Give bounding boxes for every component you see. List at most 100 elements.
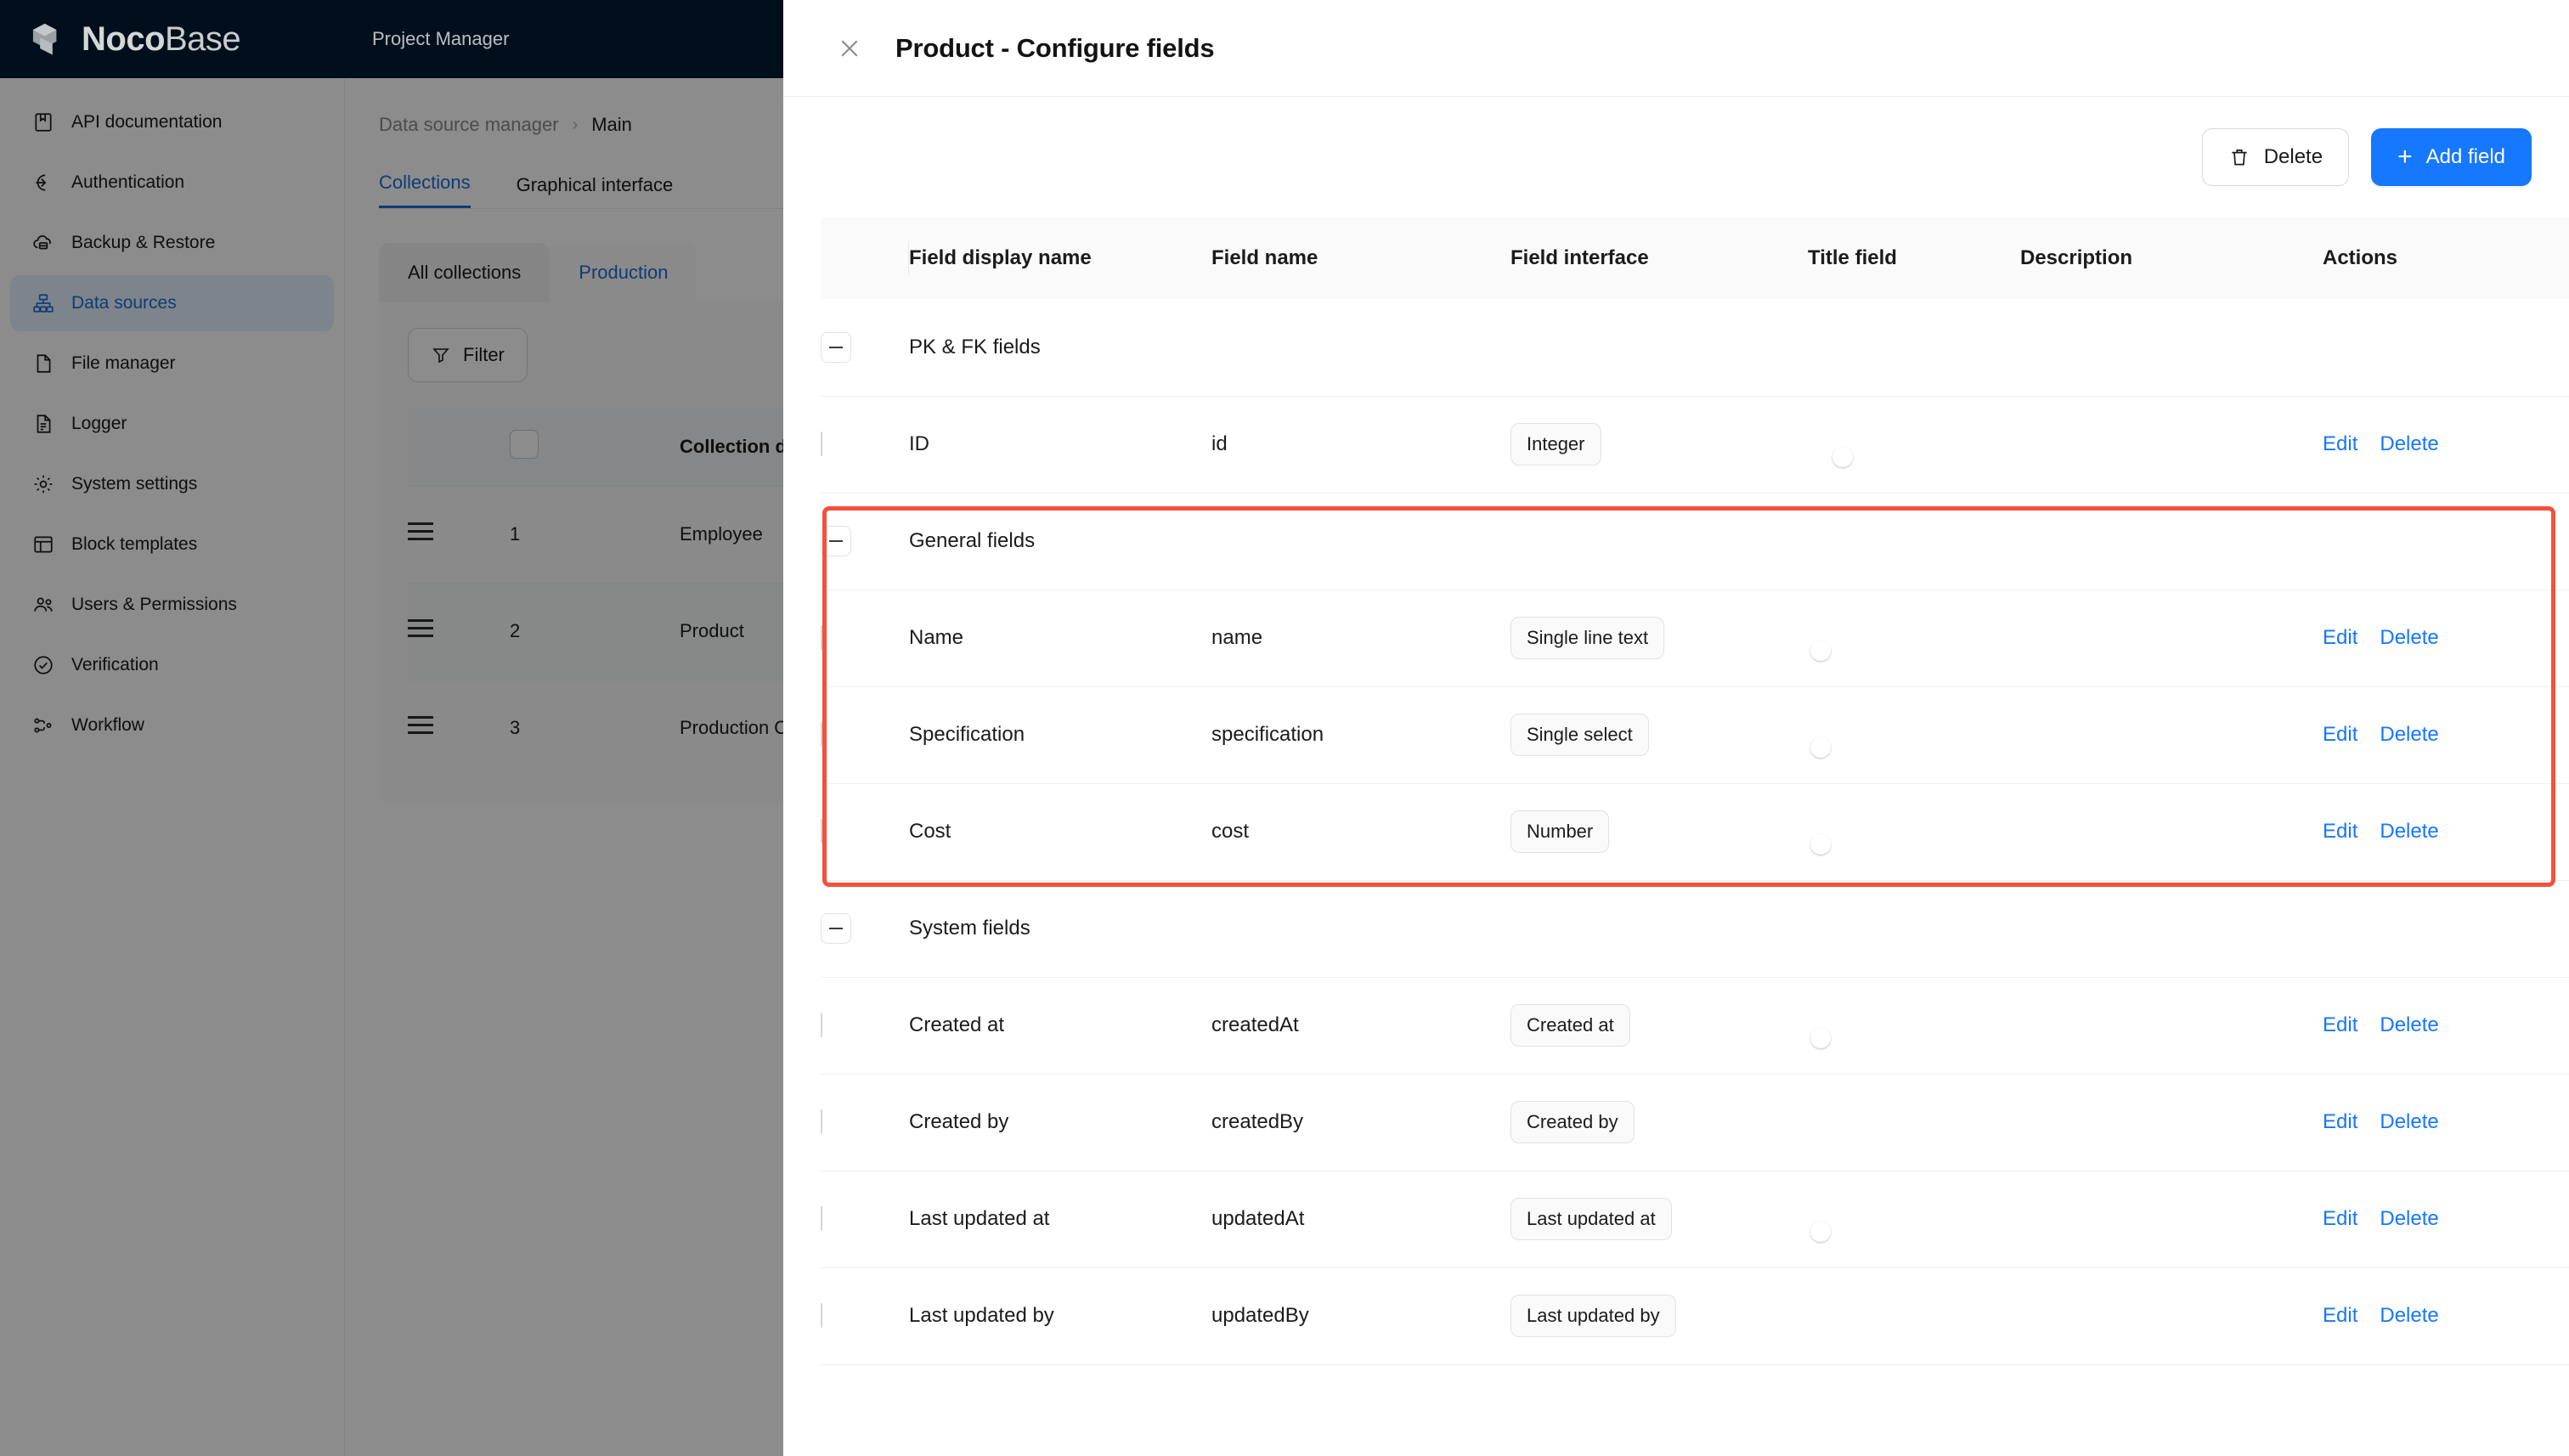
field-row[interactable]: Created at createdAt Created at Edit Del…: [821, 977, 2569, 1075]
edit-link[interactable]: Edit: [2323, 723, 2357, 747]
fields-table-header-row: Field display name Field name Field inte…: [821, 217, 2569, 299]
fields-table: Field display name Field name Field inte…: [821, 217, 2569, 1365]
field-display-name: Last updated by: [909, 1267, 1211, 1365]
th-field-display-name: Field display name: [909, 217, 1211, 299]
field-row[interactable]: Cost cost Number Edit Delete: [821, 783, 2569, 881]
row-checkbox[interactable]: [821, 819, 822, 844]
field-display-name: Created by: [909, 1074, 1211, 1171]
delete-link[interactable]: Delete: [2380, 1013, 2438, 1037]
field-description: [2020, 686, 2323, 784]
row-actions: Edit Delete: [2323, 1304, 2569, 1328]
row-checkbox[interactable]: [821, 1013, 822, 1037]
field-display-name: Created at: [909, 977, 1211, 1075]
workspace-title[interactable]: Project Manager: [345, 28, 509, 50]
field-description: [2020, 977, 2323, 1075]
field-interface-tag: Single select: [1510, 714, 1649, 756]
brand-text: NocoBase: [82, 20, 241, 58]
field-display-name: Specification: [909, 686, 1211, 784]
field-group-header[interactable]: System fields: [821, 880, 2569, 978]
row-actions: Edit Delete: [2323, 1207, 2569, 1231]
row-actions: Edit Delete: [2323, 1013, 2569, 1037]
row-actions: Edit Delete: [2323, 626, 2569, 650]
field-group-label: System fields: [909, 880, 2569, 978]
row-checkbox[interactable]: [821, 722, 822, 747]
field-interface-tag: Created by: [1510, 1101, 1635, 1143]
field-name: cost: [1211, 783, 1510, 881]
configure-fields-drawer: Product - Configure fields Delete + Add …: [783, 0, 2569, 1456]
delete-link[interactable]: Delete: [2380, 820, 2438, 844]
brand-secondary: Base: [165, 20, 241, 58]
field-description: [2020, 590, 2323, 687]
field-interface-tag: Integer: [1510, 423, 1601, 466]
edit-link[interactable]: Edit: [2323, 626, 2357, 650]
field-row[interactable]: ID id Integer Edit Delete: [821, 396, 2569, 494]
add-field-button-label: Add field: [2425, 145, 2505, 168]
brand-primary: Noco: [82, 20, 166, 58]
row-checkbox[interactable]: [821, 432, 822, 456]
close-icon[interactable]: [833, 31, 867, 65]
edit-link[interactable]: Edit: [2323, 1207, 2357, 1231]
field-name: name: [1211, 590, 1510, 687]
delete-link[interactable]: Delete: [2380, 723, 2438, 747]
add-field-button[interactable]: + Add field: [2371, 128, 2532, 186]
th-field-name: Field name: [1211, 217, 1510, 299]
th-title-field: Title field: [1808, 217, 2020, 299]
field-group-header[interactable]: General fields: [821, 493, 2569, 590]
field-description: [2020, 1074, 2323, 1171]
field-row[interactable]: Created by createdBy Created by Edit Del…: [821, 1074, 2569, 1171]
field-group-label: PK & FK fields: [909, 299, 2569, 397]
edit-link[interactable]: Edit: [2323, 432, 2357, 456]
trash-icon: [2232, 150, 2247, 166]
row-checkbox[interactable]: [821, 1206, 822, 1231]
drawer-title: Product - Configure fields: [895, 32, 1215, 63]
field-interface-tag: Last updated at: [1510, 1198, 1672, 1240]
delete-link[interactable]: Delete: [2380, 1304, 2438, 1328]
collapse-minus-icon[interactable]: [821, 526, 851, 556]
row-actions: Edit Delete: [2323, 1110, 2569, 1134]
nocobase-cube-icon: [32, 22, 70, 56]
edit-link[interactable]: Edit: [2323, 1013, 2357, 1037]
collapse-minus-icon[interactable]: [821, 331, 851, 363]
delete-link[interactable]: Delete: [2380, 1110, 2438, 1134]
th-checkbox: [821, 217, 909, 299]
plus-icon: +: [2397, 143, 2413, 171]
field-name: updatedAt: [1211, 1171, 1510, 1268]
field-interface-tag: Created at: [1510, 1004, 1630, 1047]
modal-overlay-mask[interactable]: [0, 78, 783, 1456]
collapse-minus-icon[interactable]: [821, 913, 851, 944]
row-actions: Edit Delete: [2323, 820, 2569, 844]
delete-link[interactable]: Delete: [2380, 432, 2438, 456]
field-interface-tag: Number: [1510, 810, 1610, 853]
field-description: [2020, 1171, 2323, 1268]
field-display-name: Last updated at: [909, 1171, 1211, 1268]
field-name: updatedBy: [1211, 1267, 1510, 1365]
edit-link[interactable]: Edit: [2323, 1110, 2357, 1134]
row-checkbox[interactable]: [821, 1303, 822, 1328]
th-actions: Actions: [2323, 217, 2569, 299]
delete-link[interactable]: Delete: [2380, 1207, 2438, 1231]
row-checkbox[interactable]: [821, 1109, 822, 1134]
field-row[interactable]: Specification specification Single selec…: [821, 686, 2569, 784]
field-interface-tag: Single line text: [1510, 617, 1665, 659]
field-display-name: ID: [909, 396, 1211, 494]
field-interface-tag: Last updated by: [1510, 1295, 1676, 1337]
edit-link[interactable]: Edit: [2323, 1304, 2357, 1328]
row-actions: Edit Delete: [2323, 432, 2569, 456]
field-row[interactable]: Name name Single line text Edit Delete: [821, 590, 2569, 687]
field-display-name: Name: [909, 590, 1211, 687]
field-description: [2020, 783, 2323, 881]
edit-link[interactable]: Edit: [2323, 820, 2357, 844]
delete-button-label: Delete: [2263, 145, 2323, 168]
field-group-header[interactable]: PK & FK fields: [821, 299, 2569, 397]
field-name: id: [1211, 396, 1510, 494]
field-row[interactable]: Last updated at updatedAt Last updated a…: [821, 1171, 2569, 1268]
app-root: NocoBase Project Manager API documentati…: [0, 0, 2569, 1456]
field-description: [2020, 396, 2323, 494]
field-row[interactable]: Last updated by updatedBy Last updated b…: [821, 1267, 2569, 1365]
th-field-interface: Field interface: [1510, 217, 1808, 299]
drawer-toolbar: Delete + Add field: [821, 97, 2532, 217]
delete-link[interactable]: Delete: [2380, 626, 2438, 650]
row-checkbox[interactable]: [821, 625, 822, 650]
brand-logo[interactable]: NocoBase: [0, 22, 345, 56]
delete-button[interactable]: Delete: [2201, 128, 2350, 186]
